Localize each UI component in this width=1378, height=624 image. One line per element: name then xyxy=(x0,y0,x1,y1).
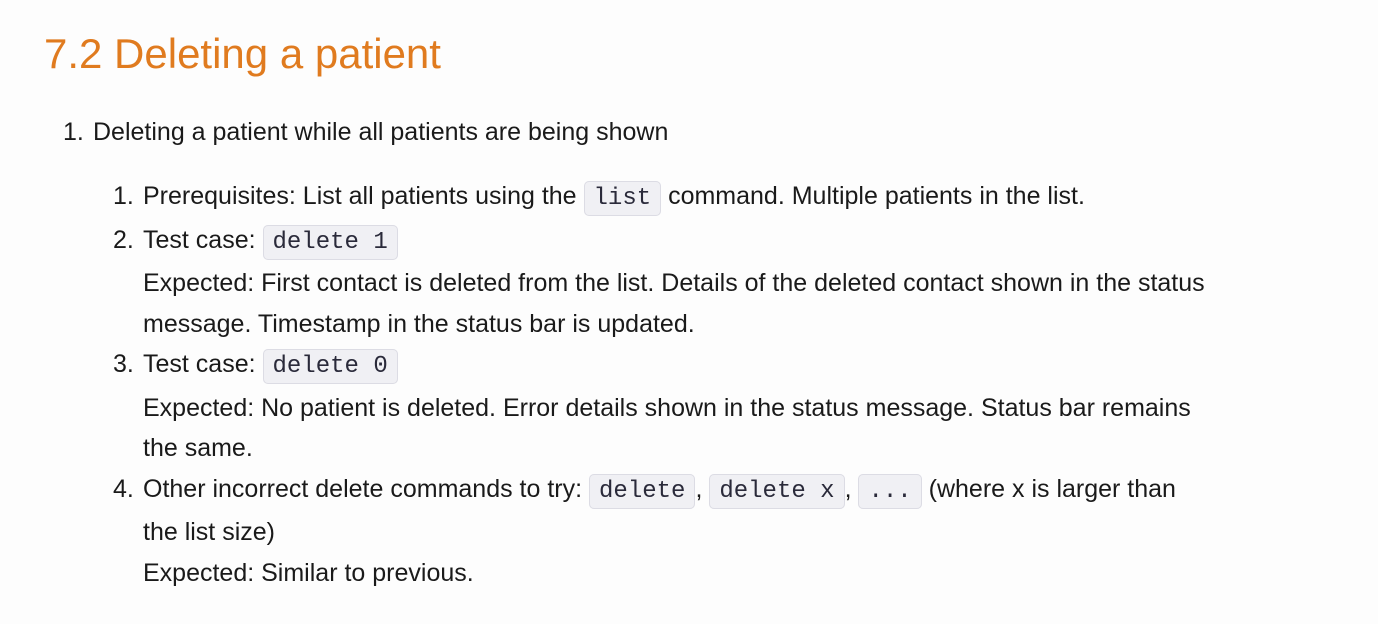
separator: , xyxy=(844,474,859,503)
outer-list: 1. Deleting a patient while all patients… xyxy=(0,112,1233,593)
steps-list: 1. Prerequisites: List all patients usin… xyxy=(113,176,1283,594)
step-number: 4. xyxy=(113,474,134,503)
step-line: Other incorrect delete commands to try: … xyxy=(143,469,1283,513)
step-number: 3. xyxy=(113,350,134,378)
outer-list-item: 1. Deleting a patient while all patients… xyxy=(0,112,1233,593)
step-line: Prerequisites: List all patients using t… xyxy=(143,176,1283,220)
step-label: Test case: xyxy=(143,225,263,254)
outer-item-number: 1. xyxy=(63,118,84,146)
step-line: Test case: delete 0 xyxy=(143,344,1283,388)
step-number: 2. xyxy=(113,225,134,254)
step-item-3: 3. Test case: delete 0 Expected: No pati… xyxy=(113,344,1283,469)
step-text: the list size) xyxy=(143,518,275,546)
expected-text: Expected: First contact is deleted from … xyxy=(143,269,1205,297)
step-text: Prerequisites: List all patients using t… xyxy=(143,182,584,210)
expected-text: message. Timestamp in the status bar is … xyxy=(143,309,695,338)
outer-item-text: Deleting a patient while all patients ar… xyxy=(93,118,669,146)
code-snippet: delete x xyxy=(709,473,845,509)
code-snippet: ... xyxy=(858,473,922,509)
code-snippet: delete 1 xyxy=(262,224,398,260)
code-snippet: delete xyxy=(589,473,696,509)
section-heading: 7.2 Deleting a patient xyxy=(44,30,441,77)
expected-text: Expected: No patient is deleted. Error d… xyxy=(143,393,1191,422)
document-page: 7.2 Deleting a patient 1. Deleting a pat… xyxy=(0,0,1378,624)
code-snippet: delete 0 xyxy=(262,349,398,384)
step-line: Test case: delete 1 xyxy=(143,220,1283,264)
step-text: command. Multiple patients in the list. xyxy=(661,182,1085,210)
step-item-4: 4. Other incorrect delete commands to tr… xyxy=(113,469,1283,594)
step-label: Test case: xyxy=(143,350,263,378)
separator: , xyxy=(695,474,710,503)
step-label: Other incorrect delete commands to try: xyxy=(143,474,590,503)
expected-text: Expected: Similar to previous. xyxy=(143,558,474,587)
code-snippet: list xyxy=(583,181,662,216)
step-item-1: 1. Prerequisites: List all patients usin… xyxy=(113,176,1283,220)
expected-text: the same. xyxy=(143,434,253,462)
step-item-2: 2. Test case: delete 1 Expected: First c… xyxy=(113,220,1283,345)
step-number: 1. xyxy=(113,182,134,210)
step-text: (where x is larger than xyxy=(921,474,1176,503)
